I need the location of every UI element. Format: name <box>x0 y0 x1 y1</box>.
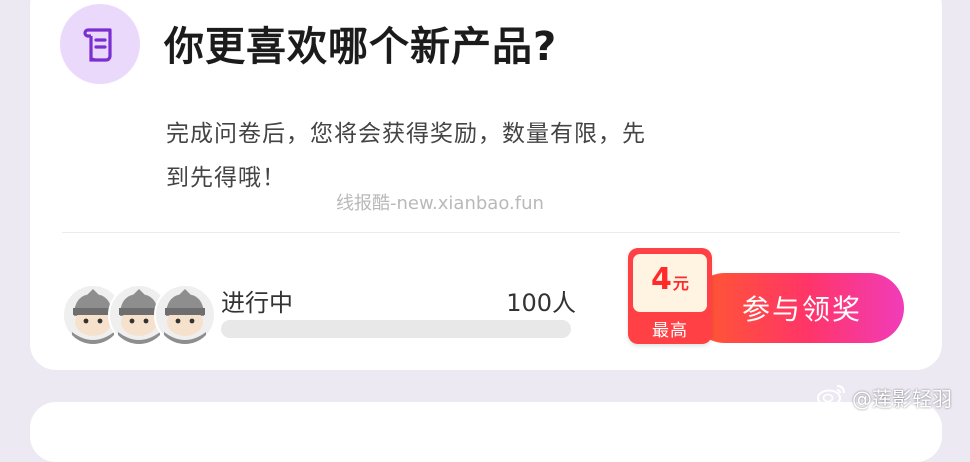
survey-status: 进行中 <box>221 289 293 317</box>
join-reward-button[interactable]: 参与领奖 <box>690 273 904 343</box>
reward-unit: 元 <box>672 274 689 293</box>
watermark-text: 线报酷-new.xianbao.fun <box>336 193 544 214</box>
credit-text: @莲影轻羽 <box>852 387 952 411</box>
weibo-icon <box>816 383 846 412</box>
progress-bar <box>221 320 571 338</box>
author-credit: @莲影轻羽 <box>816 383 952 412</box>
reward-badge: 4 元 最高 <box>628 248 712 344</box>
reward-caption: 最高 <box>652 321 688 341</box>
participant-count: 100人 <box>506 289 576 317</box>
divider <box>62 232 900 233</box>
ninja-avatar-icon <box>154 284 216 346</box>
next-card <box>30 402 942 462</box>
survey-description: 完成问卷后，您将会获得奖励，数量有限，先到先得哦！ <box>166 121 646 191</box>
reward-amount-box: 4 元 <box>633 254 707 312</box>
survey-scroll-icon <box>60 4 140 84</box>
survey-title: 你更喜欢哪个新产品? <box>164 24 558 70</box>
reward-amount: 4 <box>651 262 672 297</box>
